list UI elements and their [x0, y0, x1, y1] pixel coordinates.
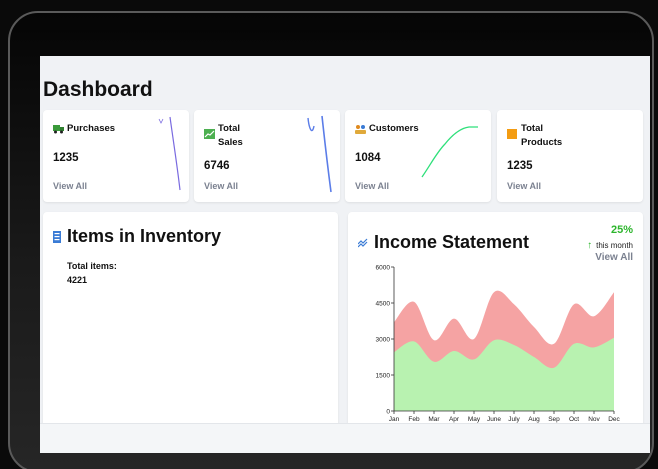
stat-value: 1084: [355, 152, 381, 164]
stat-value: 1235: [507, 160, 533, 172]
sales-sparkline: [307, 115, 332, 193]
page-title: Dashboard: [43, 78, 153, 101]
app-screen: Dashboard Purchases 1235 View All Total …: [40, 56, 650, 453]
stat-label: Total Products: [521, 123, 563, 148]
income-panel: Income Statement 25% ↑ this month View A…: [348, 212, 643, 442]
view-all-link[interactable]: View All: [204, 181, 238, 191]
screen-bottom-bar: [40, 423, 650, 453]
income-icon: [358, 238, 368, 247]
x-tick-label: Sep: [548, 416, 560, 423]
income-title: Income Statement: [358, 232, 529, 253]
y-tick-label: 0: [386, 409, 390, 416]
sales-chart-icon: [204, 129, 215, 139]
inventory-icon: [53, 230, 61, 243]
y-tick-label: 6000: [376, 265, 391, 272]
customers-sparkline: [421, 126, 478, 178]
view-all-link[interactable]: View All: [507, 181, 541, 191]
stat-value: 1235: [53, 152, 79, 164]
box-icon: [507, 129, 517, 139]
stat-card-customers[interactable]: Customers 1084 View All: [345, 110, 491, 202]
x-tick-label: Apr: [449, 416, 460, 423]
up-arrow-icon: ↑: [587, 240, 593, 251]
customers-icon: [355, 125, 366, 134]
inventory-title-text: Items in Inventory: [67, 226, 222, 246]
stat-card-header: Purchases: [53, 122, 115, 136]
truck-icon: [53, 125, 64, 134]
stat-card-total-sales[interactable]: Total Sales 6746 View All: [194, 110, 340, 202]
tablet-frame: Dashboard Purchases 1235 View All Total …: [8, 11, 654, 469]
x-tick-label: May: [468, 416, 481, 423]
view-all-link[interactable]: View All: [53, 181, 87, 191]
stat-card-header: Total Products: [507, 122, 563, 150]
income-period: this month: [596, 241, 633, 250]
stat-card-header: Customers: [355, 122, 419, 136]
inventory-total-value: 4221: [67, 275, 88, 285]
y-tick-label: 3000: [376, 337, 391, 344]
x-tick-label: Jan: [389, 416, 400, 423]
y-tick-label: 1500: [376, 373, 391, 380]
income-period-row: ↑ this month: [587, 240, 633, 251]
stat-label: Purchases: [67, 123, 116, 134]
x-tick-label: Mar: [428, 416, 440, 423]
stat-value: 6746: [204, 160, 230, 172]
x-tick-label: July: [508, 416, 520, 423]
x-tick-label: June: [487, 416, 501, 423]
inventory-panel: Items in Inventory Total items: 4221: [43, 212, 338, 442]
stat-label: Customers: [369, 123, 419, 134]
view-all-link[interactable]: View All: [355, 181, 389, 191]
income-title-text: Income Statement: [374, 232, 530, 252]
stat-card-purchases[interactable]: Purchases 1235 View All: [43, 110, 189, 202]
x-tick-label: Aug: [528, 416, 540, 423]
stat-card-header: Total Sales: [204, 122, 258, 150]
x-tick-label: Nov: [588, 416, 600, 423]
income-chart: 0 1500 3000 4500 6000 Jan Feb Mar Apr May June July…: [376, 265, 621, 424]
x-tick-label: Dec: [608, 416, 620, 423]
y-tick-label: 4500: [376, 301, 391, 308]
inventory-title: Items in Inventory: [53, 226, 221, 247]
stat-card-total-products[interactable]: Total Products 1235 View All: [497, 110, 643, 202]
income-percent: 25%: [610, 224, 633, 236]
stat-label: Total Sales: [218, 123, 243, 148]
purchases-sparkline: [158, 116, 181, 191]
x-tick-label: Feb: [408, 416, 420, 423]
inventory-total-label: Total items:: [67, 261, 117, 271]
x-tick-label: Oct: [569, 416, 579, 423]
